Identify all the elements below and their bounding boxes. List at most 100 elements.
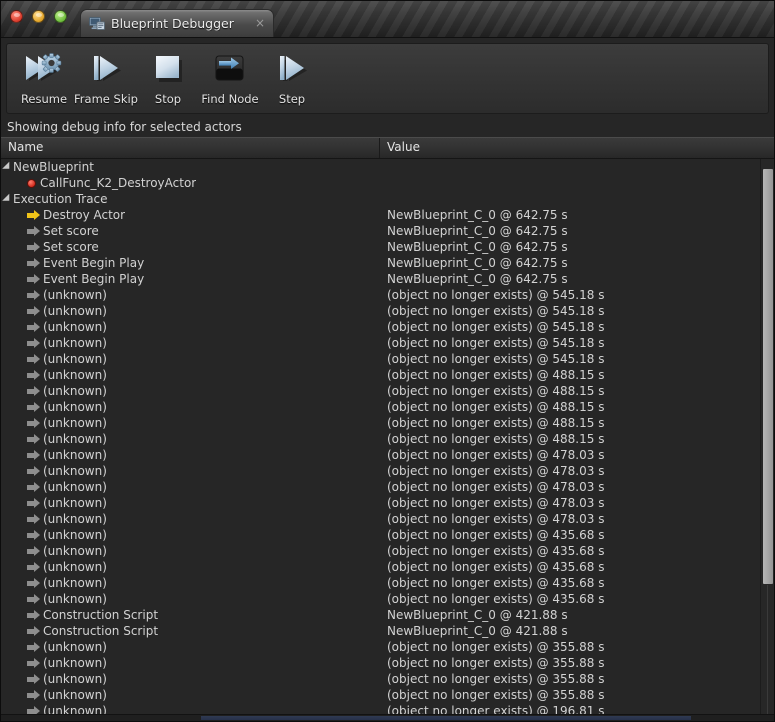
table-row[interactable]: (unknown) (object no longer exists) @ 545… (1, 287, 774, 303)
title-bar[interactable]: Blueprint Debugger × (1, 1, 774, 38)
table-row[interactable]: (unknown) (object no longer exists) @ 478… (1, 463, 774, 479)
close-window-button[interactable] (10, 10, 23, 23)
column-header-value[interactable]: Value (380, 138, 774, 158)
maximize-window-button[interactable] (54, 10, 67, 23)
window-controls (10, 10, 67, 23)
table-row[interactable]: (unknown) (object no longer exists) @ 435… (1, 527, 774, 543)
table-row[interactable]: Set score NewBlueprint_C_0 @ 642.75 s (1, 223, 774, 239)
minimize-window-button[interactable] (32, 10, 45, 23)
tree-row-label: Event Begin Play (43, 272, 145, 286)
table-row[interactable]: Event Begin Play NewBlueprint_C_0 @ 642.7… (1, 255, 774, 271)
resume-button[interactable]: Resume (13, 48, 75, 112)
table-row[interactable]: NewBlueprint (1, 159, 774, 175)
table-row[interactable]: (unknown) (object no longer exists) @ 488… (1, 431, 774, 447)
tree-row-label: (unknown) (43, 288, 107, 302)
tree-row-name-cell: (unknown) (1, 544, 380, 558)
table-row[interactable]: (unknown) (object no longer exists) @ 435… (1, 559, 774, 575)
table-row[interactable]: (unknown) (object no longer exists) @ 545… (1, 303, 774, 319)
blueprint-debugger-window: Blueprint Debugger × Resume Frame Skip S… (0, 0, 775, 722)
tree-row-label: (unknown) (43, 576, 107, 590)
tree-row-name-cell: (unknown) (1, 576, 380, 590)
execution-arrow-icon (27, 322, 41, 333)
horizontal-scrollbar-thumb[interactable] (201, 716, 691, 720)
table-row[interactable]: Destroy Actor NewBlueprint_C_0 @ 642.75 s (1, 207, 774, 223)
execution-arrow-icon (27, 498, 41, 509)
find-node-button[interactable]: Find Node (199, 48, 261, 112)
table-row[interactable]: (unknown) (object no longer exists) @ 478… (1, 511, 774, 527)
stop-button[interactable]: Stop (137, 48, 199, 112)
vertical-scrollbar[interactable] (760, 159, 774, 721)
frame-skip-button[interactable]: Frame Skip (74, 48, 138, 112)
breakpoint-dot-icon[interactable] (27, 178, 36, 188)
execution-arrow-icon (27, 242, 41, 253)
tree-row-name-cell: (unknown) (1, 304, 380, 318)
table-row[interactable]: (unknown) (object no longer exists) @ 545… (1, 319, 774, 335)
execution-arrow-icon (27, 210, 41, 221)
tree-row-name-cell: (unknown) (1, 560, 380, 574)
tree-row-label: (unknown) (43, 496, 107, 510)
table-row[interactable]: (unknown) (object no longer exists) @ 355… (1, 639, 774, 655)
table-row[interactable]: (unknown) (object no longer exists) @ 488… (1, 415, 774, 431)
resume-label: Resume (20, 92, 68, 106)
tree-row-label: Event Begin Play (43, 256, 145, 270)
table-row[interactable]: CallFunc_K2_DestroyActor (1, 175, 774, 191)
tree-row-name-cell: Set score (1, 224, 380, 238)
debug-status-text: Showing debug info for selected actors (1, 118, 774, 137)
tree-row-name-cell: (unknown) (1, 480, 380, 494)
table-row[interactable]: (unknown) (object no longer exists) @ 355… (1, 687, 774, 703)
step-label: Step (278, 92, 306, 106)
tree-row-label: (unknown) (43, 384, 107, 398)
tree-row-value: (object no longer exists) @ 435.68 s (387, 560, 605, 574)
tree-row-name-cell: (unknown) (1, 464, 380, 478)
execution-arrow-icon (27, 418, 41, 429)
tree-row-label: (unknown) (43, 448, 107, 462)
tree-row-value: (object no longer exists) @ 478.03 s (387, 464, 605, 478)
tree-row-name-cell: (unknown) (1, 368, 380, 382)
expander-triangle-icon[interactable] (2, 161, 13, 173)
tree-row-value: (object no longer exists) @ 478.03 s (387, 512, 605, 526)
table-row[interactable]: (unknown) (object no longer exists) @ 435… (1, 575, 774, 591)
tree-row-name-cell: Event Begin Play (1, 272, 380, 286)
table-row[interactable]: Construction Script NewBlueprint_C_0 @ 42… (1, 623, 774, 639)
table-row[interactable]: (unknown) (object no longer exists) @ 488… (1, 367, 774, 383)
table-row[interactable]: (unknown) (object no longer exists) @ 355… (1, 655, 774, 671)
tree-row-name-cell: NewBlueprint (1, 160, 380, 174)
table-row[interactable]: Execution Trace (1, 191, 774, 207)
tree-row-value: (object no longer exists) @ 435.68 s (387, 592, 605, 606)
debugger-toolbar: Resume Frame Skip Stop Find Node Step (6, 43, 769, 114)
tree-row-name-cell: (unknown) (1, 688, 380, 702)
table-row[interactable]: (unknown) (object no longer exists) @ 488… (1, 383, 774, 399)
tree-row-value: (object no longer exists) @ 355.88 s (387, 656, 605, 670)
table-row[interactable]: Set score NewBlueprint_C_0 @ 642.75 s (1, 239, 774, 255)
tree-row-value: (object no longer exists) @ 545.18 s (387, 304, 605, 318)
vertical-scrollbar-thumb[interactable] (763, 169, 773, 584)
execution-arrow-icon (27, 386, 41, 397)
column-header-name[interactable]: Name (1, 138, 380, 158)
table-row[interactable]: (unknown) (object no longer exists) @ 478… (1, 447, 774, 463)
tree-row-name-cell: (unknown) (1, 640, 380, 654)
tree-row-value: (object no longer exists) @ 545.18 s (387, 336, 605, 350)
table-row[interactable]: (unknown) (object no longer exists) @ 488… (1, 399, 774, 415)
tree-row-value: (object no longer exists) @ 435.68 s (387, 528, 605, 542)
step-button[interactable]: Step (261, 48, 323, 112)
table-row[interactable]: Event Begin Play NewBlueprint_C_0 @ 642.7… (1, 271, 774, 287)
tree-row-name-cell: (unknown) (1, 528, 380, 542)
table-row[interactable]: (unknown) (object no longer exists) @ 435… (1, 591, 774, 607)
table-row[interactable]: (unknown) (object no longer exists) @ 355… (1, 671, 774, 687)
table-row[interactable]: Construction Script NewBlueprint_C_0 @ 42… (1, 607, 774, 623)
execution-arrow-icon (27, 578, 41, 589)
expander-triangle-icon[interactable] (2, 193, 13, 205)
tab-blueprint-debugger[interactable]: Blueprint Debugger × (80, 9, 274, 37)
tree-column-header: Name Value (1, 137, 774, 159)
table-row[interactable]: (unknown) (object no longer exists) @ 545… (1, 335, 774, 351)
table-row[interactable]: (unknown) (object no longer exists) @ 545… (1, 351, 774, 367)
tree-row-label: (unknown) (43, 432, 107, 446)
close-icon[interactable]: × (253, 16, 267, 31)
execution-arrow-icon (27, 546, 41, 557)
horizontal-scrollbar[interactable] (1, 714, 774, 721)
tree-row-label: (unknown) (43, 320, 107, 334)
table-row[interactable]: (unknown) (object no longer exists) @ 435… (1, 543, 774, 559)
tree-row-value: (object no longer exists) @ 478.03 s (387, 480, 605, 494)
table-row[interactable]: (unknown) (object no longer exists) @ 478… (1, 479, 774, 495)
table-row[interactable]: (unknown) (object no longer exists) @ 478… (1, 495, 774, 511)
